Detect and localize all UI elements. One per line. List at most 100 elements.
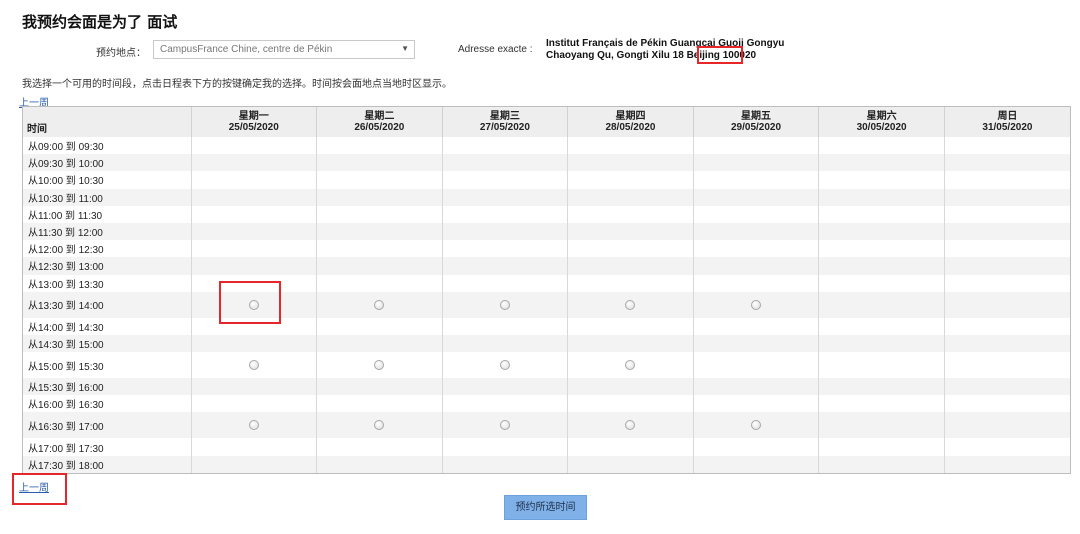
slot-cell: [944, 291, 1070, 318]
previous-week-link-bottom[interactable]: 上一周: [19, 479, 49, 494]
dropdown-arrow-icon: ▼: [401, 44, 409, 53]
slot-cell[interactable]: [316, 412, 443, 439]
slot-radio-button[interactable]: [625, 299, 636, 310]
slot-cell: [442, 317, 569, 335]
slot-radio-button[interactable]: [248, 299, 259, 310]
day-date: 26/05/2020: [354, 122, 405, 133]
slot-cell: [944, 240, 1070, 258]
slot-radio-button[interactable]: [248, 359, 259, 370]
day-name: 周日: [997, 111, 1018, 122]
time-slot-label: 从14:00 到 14:30: [23, 317, 192, 335]
slot-cell: [693, 455, 820, 473]
slot-cell: [316, 334, 443, 353]
day-name: 星期二: [364, 111, 395, 122]
slot-cell[interactable]: [316, 291, 443, 318]
book-selected-time-button[interactable]: 预约所选时间: [504, 495, 587, 520]
slot-cell: [944, 137, 1070, 155]
slot-radio-button[interactable]: [374, 359, 385, 370]
address-city: Beijing: [686, 50, 720, 61]
time-slot-row: 从16:30 到 17:00: [23, 412, 1070, 439]
slot-cell: [567, 205, 694, 223]
slot-cell: [818, 171, 945, 189]
slot-cell: [316, 154, 443, 172]
slot-radio-button[interactable]: [499, 359, 510, 370]
slot-radio-button[interactable]: [499, 420, 510, 431]
address-street: Chaoyang Qu, Gongti Xilu 18: [546, 50, 687, 61]
time-slot-label: 从09:00 到 09:30: [23, 137, 192, 155]
time-slot-label: 从11:00 到 11:30: [23, 205, 192, 223]
day-name: 星期四: [615, 111, 646, 122]
slot-cell: [191, 205, 318, 223]
slot-radio-button[interactable]: [374, 299, 385, 310]
address-text: Institut Français de Pékin Guangcai Guoj…: [546, 38, 784, 62]
slot-cell: [442, 378, 569, 396]
slot-cell[interactable]: [316, 352, 443, 379]
slot-cell[interactable]: [567, 412, 694, 439]
time-slot-label: 从11:30 到 12:00: [23, 222, 192, 241]
slot-radio-button[interactable]: [625, 359, 636, 370]
day-column-header: 星期一 25/05/2020: [191, 107, 318, 137]
slot-cell: [818, 395, 945, 413]
time-slot-row: 从16:00 到 16:30: [23, 395, 1070, 413]
slot-cell: [316, 205, 443, 223]
slot-cell: [944, 395, 1070, 413]
slot-cell: [693, 171, 820, 189]
slot-cell[interactable]: [191, 412, 318, 439]
slot-cell[interactable]: [567, 352, 694, 379]
time-slot-label: 从14:30 到 15:00: [23, 334, 192, 353]
time-slot-row: 从13:30 到 14:00: [23, 291, 1070, 318]
schedule-header-row: 时间 星期一 25/05/2020 星期二 26/05/2020 星期三 27/05/20…: [23, 107, 1070, 137]
time-slot-row: 从10:30 到 11:00: [23, 188, 1070, 206]
day-column-header: 星期六 30/05/2020: [818, 107, 945, 137]
day-name: 星期五: [741, 111, 772, 122]
time-slot-row: 从11:30 到 12:00: [23, 222, 1070, 241]
slot-radio-button[interactable]: [751, 420, 762, 431]
location-select[interactable]: CampusFrance Chine, centre de Pékin ▼: [153, 40, 415, 59]
slot-cell[interactable]: [693, 291, 820, 318]
slot-cell[interactable]: [191, 291, 318, 318]
time-column-header: 时间: [23, 107, 192, 137]
slot-cell[interactable]: [567, 291, 694, 318]
slot-cell: [818, 274, 945, 292]
slot-cell: [316, 438, 443, 456]
slot-cell: [316, 171, 443, 189]
slot-radio-button[interactable]: [751, 299, 762, 310]
slot-cell: [693, 378, 820, 396]
slot-cell: [316, 378, 443, 396]
slot-cell: [567, 378, 694, 396]
slot-cell: [191, 171, 318, 189]
slot-cell: [693, 240, 820, 258]
slot-cell: [944, 438, 1070, 456]
slot-radio-button[interactable]: [625, 420, 636, 431]
time-slot-row: 从09:30 到 10:00: [23, 154, 1070, 172]
slot-radio-button[interactable]: [499, 299, 510, 310]
slot-cell[interactable]: [693, 412, 820, 439]
slot-cell: [442, 395, 569, 413]
day-name: 星期六: [866, 111, 897, 122]
slot-cell: [442, 222, 569, 241]
slot-cell[interactable]: [442, 291, 569, 318]
slot-cell: [191, 257, 318, 275]
time-slot-label: 从09:30 到 10:00: [23, 154, 192, 172]
slot-radio-button[interactable]: [248, 420, 259, 431]
slot-cell: [693, 317, 820, 335]
slot-cell: [693, 334, 820, 353]
slot-cell: [818, 352, 945, 379]
time-slot-row: 从10:00 到 10:30: [23, 171, 1070, 189]
slot-cell: [442, 171, 569, 189]
slot-cell[interactable]: [442, 352, 569, 379]
day-column-header: 周日 31/05/2020: [944, 107, 1070, 137]
time-slot-label: 从17:00 到 17:30: [23, 438, 192, 456]
slot-cell: [316, 257, 443, 275]
slot-cell: [567, 395, 694, 413]
time-slot-label: 从16:00 到 16:30: [23, 395, 192, 413]
slot-radio-button[interactable]: [374, 420, 385, 431]
slot-cell: [316, 317, 443, 335]
slot-cell: [567, 137, 694, 155]
slot-cell: [693, 205, 820, 223]
slot-cell[interactable]: [191, 352, 318, 379]
schedule-body: 从09:00 到 09:30 从09:30 到 10:00 从10:00 到 10:…: [23, 137, 1070, 473]
slot-cell: [567, 188, 694, 206]
slot-cell: [567, 274, 694, 292]
slot-cell[interactable]: [442, 412, 569, 439]
